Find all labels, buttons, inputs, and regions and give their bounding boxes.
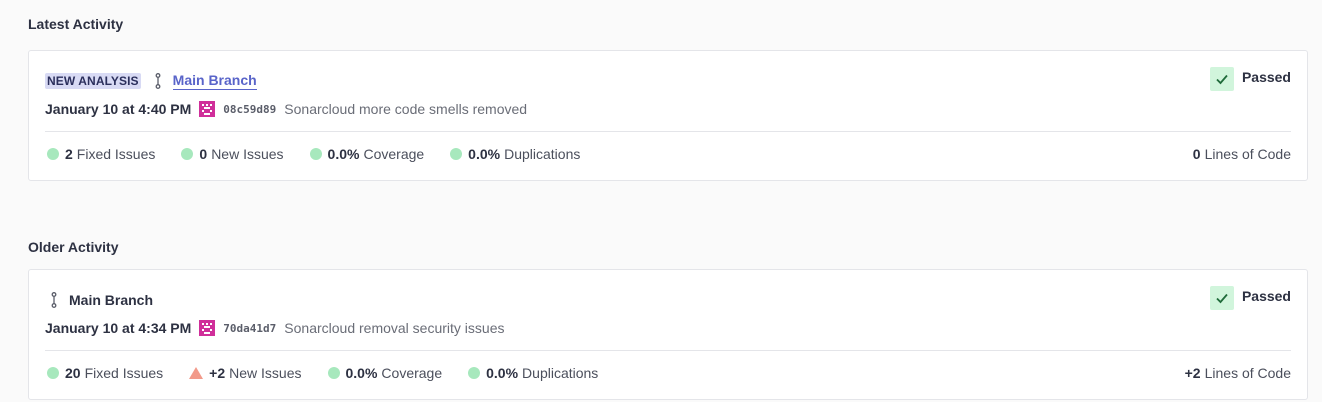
good-status-dot-icon <box>47 148 59 160</box>
new-analysis-badge: NEW ANALYSIS <box>45 73 141 89</box>
coverage-metric[interactable]: 0.0% Coverage <box>309 146 425 162</box>
metric-value: 0.0% <box>345 365 378 381</box>
check-icon <box>1209 286 1234 310</box>
lines-of-code-metric[interactable]: +2 Lines of Code <box>1185 363 1291 383</box>
status-label: Passed <box>1241 69 1291 85</box>
metrics-row: 20 Fixed Issues +2 New Issues 0.0% Cover… <box>47 363 624 383</box>
analysis-meta: January 10 at 4:40 PM 08c59d89 Sonarclou… <box>45 99 527 119</box>
metric-value: 2 <box>65 146 73 162</box>
metric-value: 20 <box>65 365 81 381</box>
lines-of-code-metric[interactable]: 0 Lines of Code <box>1193 144 1291 164</box>
new-issues-metric[interactable]: +2 New Issues <box>189 365 302 381</box>
commit-message: Sonarcloud removal security issues <box>284 320 505 336</box>
metric-label: New Issues <box>229 365 302 381</box>
analysis-header: Main Branch <box>45 288 153 312</box>
main-branch-link[interactable]: Main Branch <box>172 72 257 90</box>
metric-value: 0.0% <box>468 146 501 162</box>
good-status-dot-icon <box>468 367 481 379</box>
metric-value: 0.0% <box>486 365 519 381</box>
metric-label: Duplications <box>504 146 581 162</box>
analysis-date: January 10 at 4:40 PM <box>45 101 192 117</box>
older-analysis-card: Main Branch January 10 at 4:34 PM 70da41… <box>28 269 1308 400</box>
divider <box>45 131 1291 132</box>
fixed-issues-metric[interactable]: 2 Fixed Issues <box>47 146 155 162</box>
quality-gate-status: Passed <box>1209 286 1291 310</box>
metric-value: +2 <box>209 365 226 381</box>
metric-value: 0.0% <box>327 146 360 162</box>
status-label: Passed <box>1241 288 1291 304</box>
metric-label: Duplications <box>522 365 599 381</box>
analysis-meta: January 10 at 4:34 PM 70da41d7 Sonarclou… <box>45 318 505 338</box>
metric-label: Coverage <box>381 365 443 381</box>
branch-name: Main Branch <box>69 292 154 308</box>
good-status-dot-icon <box>327 367 340 379</box>
metric-label: Coverage <box>363 146 425 162</box>
metric-value: 0 <box>1192 146 1201 162</box>
metric-label: Lines of Code <box>1204 365 1291 381</box>
good-status-dot-icon <box>47 367 59 379</box>
check-icon <box>1209 67 1234 91</box>
new-issues-metric[interactable]: 0 New Issues <box>181 146 284 162</box>
older-activity-title: Older Activity <box>28 239 119 255</box>
duplications-metric[interactable]: 0.0% Duplications <box>468 365 598 381</box>
metric-value: +2 <box>1184 365 1201 381</box>
warning-triangle-icon <box>189 367 204 379</box>
metric-label: Fixed Issues <box>76 146 156 162</box>
metric-label: Lines of Code <box>1204 146 1291 162</box>
branch-icon <box>151 73 165 89</box>
duplications-metric[interactable]: 0.0% Duplications <box>450 146 580 162</box>
latest-activity-title: Latest Activity <box>28 16 124 32</box>
metric-value: 0 <box>199 146 208 162</box>
analysis-date: January 10 at 4:34 PM <box>45 320 192 336</box>
quality-gate-status: Passed <box>1209 67 1291 91</box>
coverage-metric[interactable]: 0.0% Coverage <box>327 365 443 381</box>
metrics-row: 2 Fixed Issues 0 New Issues 0.0% Coverag… <box>47 144 606 164</box>
commit-avatar-icon <box>199 320 216 336</box>
good-status-dot-icon <box>181 148 194 160</box>
metric-label: Fixed Issues <box>84 365 164 381</box>
divider <box>45 350 1291 351</box>
metric-label: New Issues <box>211 146 284 162</box>
good-status-dot-icon <box>309 148 322 160</box>
branch-icon <box>47 292 61 308</box>
latest-analysis-card: NEW ANALYSIS Main Branch January 10 at 4… <box>28 50 1308 181</box>
analysis-header: NEW ANALYSIS Main Branch <box>45 69 257 93</box>
fixed-issues-metric[interactable]: 20 Fixed Issues <box>47 365 163 381</box>
commit-hash[interactable]: 08c59d89 <box>223 103 276 116</box>
good-status-dot-icon <box>450 148 463 160</box>
commit-avatar-icon <box>199 101 216 117</box>
commit-message: Sonarcloud more code smells removed <box>284 101 528 117</box>
commit-hash[interactable]: 70da41d7 <box>223 322 276 335</box>
